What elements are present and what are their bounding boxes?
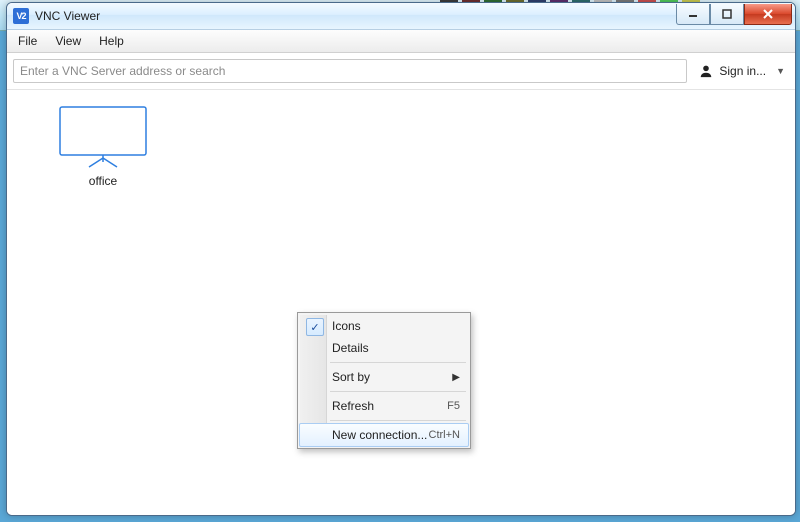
close-icon	[762, 9, 774, 19]
menu-help[interactable]: Help	[90, 30, 133, 52]
context-menu-item-label: New connection...	[332, 428, 429, 442]
submenu-arrow-icon: ▶	[452, 372, 460, 383]
titlebar[interactable]: V2 VNC Viewer	[7, 3, 795, 30]
minimize-icon	[688, 9, 698, 19]
context-menu-separator	[330, 362, 466, 363]
menu-view[interactable]: View	[46, 30, 90, 52]
context-menu-item-sort-by[interactable]: Sort by▶	[300, 366, 468, 388]
context-menu-item-new-connection[interactable]: New connection...Ctrl+N	[299, 423, 469, 447]
maximize-button[interactable]	[710, 4, 744, 25]
context-menu-item-label: Sort by	[332, 370, 452, 384]
sign-in-button[interactable]: Sign in... ▼	[695, 60, 789, 82]
context-menu: ✓ Icons Details Sort by▶ RefreshF5 New connec…	[297, 312, 471, 449]
close-button[interactable]	[744, 4, 792, 25]
maximize-icon	[722, 9, 732, 19]
context-menu-item-icons[interactable]: ✓ Icons	[300, 315, 468, 337]
connection-label: office	[89, 174, 117, 188]
menu-file[interactable]: File	[9, 30, 46, 52]
toolbar: Sign in... ▼	[7, 53, 795, 90]
app-window: V2 VNC Viewer	[6, 2, 796, 516]
context-menu-item-details[interactable]: Details	[300, 337, 468, 359]
sign-in-label: Sign in...	[719, 64, 766, 78]
context-menu-shortcut: F5	[447, 400, 460, 412]
app-icon: V2	[13, 8, 29, 24]
context-menu-item-label: Refresh	[332, 399, 447, 413]
chevron-down-icon: ▼	[776, 66, 785, 76]
address-search-input[interactable]	[13, 59, 687, 83]
context-menu-item-label: Details	[332, 341, 460, 355]
context-menu-separator	[330, 391, 466, 392]
user-icon	[699, 64, 713, 78]
connection-tile-office[interactable]: office	[43, 106, 163, 188]
context-menu-separator	[330, 420, 466, 421]
menubar: FileViewHelp	[7, 30, 795, 53]
context-menu-item-refresh[interactable]: RefreshF5	[300, 395, 468, 417]
minimize-button[interactable]	[676, 4, 710, 25]
context-menu-shortcut: Ctrl+N	[429, 429, 460, 441]
context-menu-item-label: Icons	[332, 319, 460, 333]
monitor-icon	[59, 106, 147, 168]
connections-area[interactable]: office ✓ Icons Details Sort by▶ RefreshF5 New…	[7, 90, 795, 515]
window-title: VNC Viewer	[35, 9, 100, 23]
check-icon: ✓	[306, 318, 324, 336]
